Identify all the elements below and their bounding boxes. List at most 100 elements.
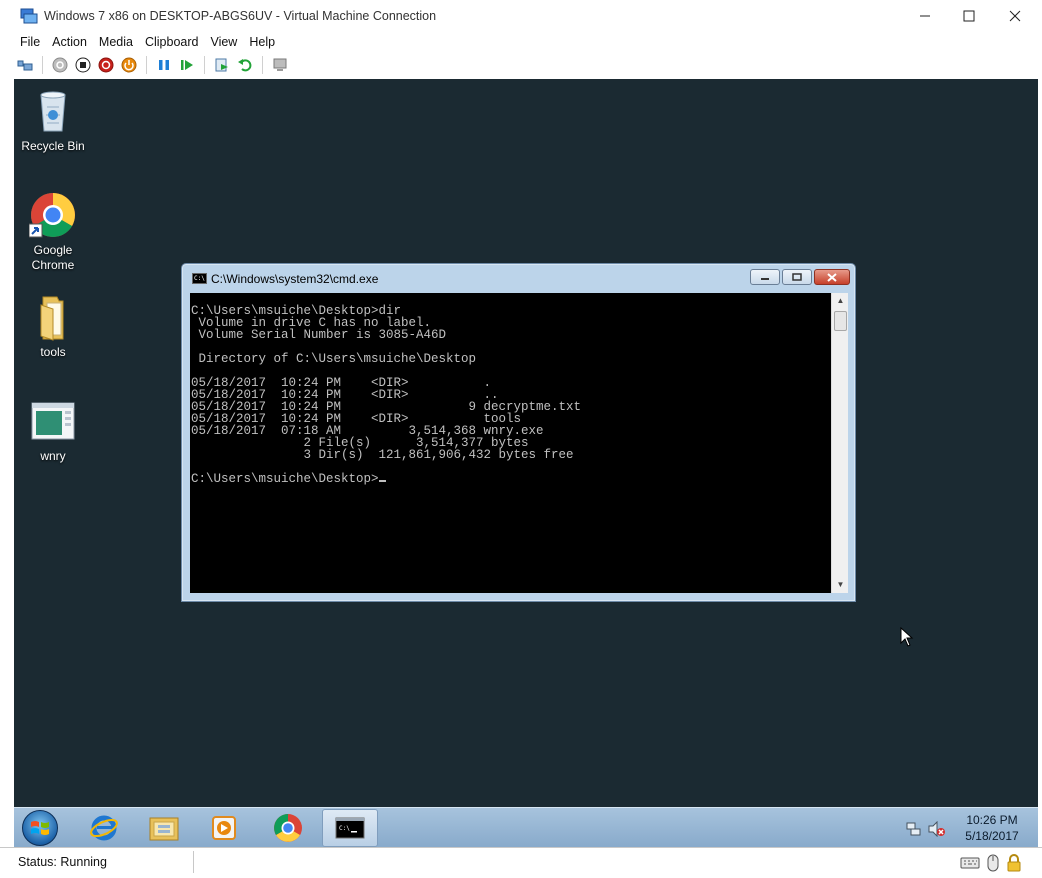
taskbar-chrome[interactable] — [260, 809, 316, 847]
taskbar-command-prompt[interactable]: C:\ — [322, 809, 378, 847]
ctrl-alt-del-icon — [17, 60, 33, 71]
toolbar — [0, 52, 1042, 78]
maximize-icon — [792, 273, 802, 281]
mouse-icon — [987, 854, 999, 872]
window-title: Windows 7 x86 on DESKTOP-ABGS6UV - Virtu… — [44, 9, 437, 23]
status-icons — [960, 854, 1022, 872]
clock-date: 5/18/2017 — [965, 829, 1019, 843]
folder-icon — [29, 293, 77, 341]
command-prompt-icon: C:\ — [192, 273, 207, 284]
close-icon — [827, 272, 837, 282]
menu-media[interactable]: Media — [93, 32, 139, 52]
cmd-close-button[interactable] — [814, 269, 850, 285]
taskbar-internet-explorer[interactable] — [76, 809, 132, 847]
toolbar-divider — [146, 56, 147, 74]
shut-down-button[interactable] — [97, 56, 115, 74]
menu-action[interactable]: Action — [46, 32, 93, 52]
desktop-icon-tools[interactable]: tools — [14, 293, 92, 360]
internet-explorer-icon — [90, 815, 118, 841]
console-prompt: C:\Users\msuiche\Desktop> — [191, 472, 379, 486]
windows-explorer-icon — [149, 817, 179, 841]
menu-clipboard[interactable]: Clipboard — [139, 32, 205, 52]
maximize-icon — [963, 10, 975, 22]
application-icon — [29, 397, 77, 445]
save-button[interactable] — [120, 56, 138, 74]
desktop-icon-label: Recycle Bin — [21, 139, 85, 153]
minimize-button[interactable] — [902, 0, 948, 32]
revert-icon — [238, 59, 252, 72]
toolbar-divider — [204, 56, 205, 74]
scroll-thumb[interactable] — [834, 311, 847, 331]
close-icon — [1009, 10, 1021, 22]
start-icon — [52, 57, 68, 73]
cmd-maximize-button[interactable] — [782, 269, 812, 285]
console-output-area[interactable]: C:\Users\msuiche\Desktop>dir Volume in d… — [190, 293, 831, 593]
start-button[interactable] — [22, 810, 58, 846]
vm-status: Status: Running — [18, 855, 107, 869]
vm-screen[interactable]: Recycle Bin Google Chrome tools wnry C:\… — [14, 79, 1038, 847]
chrome-shortcut-icon — [28, 191, 77, 239]
taskbar: C:\ 10:26 PM 5/18/2017 — [14, 807, 1038, 847]
taskbar-windows-explorer[interactable] — [136, 809, 192, 847]
command-prompt-icon: C:\ — [335, 817, 365, 839]
vertical-scrollbar[interactable]: ▲ ▼ — [831, 293, 848, 593]
cmd-window[interactable]: C:\ C:\Windows\system32\cmd.exe C:\Users… — [181, 263, 856, 602]
menu-help[interactable]: Help — [243, 32, 281, 52]
desktop-icon-google-chrome[interactable]: Google Chrome — [14, 191, 92, 273]
recycle-bin-icon — [29, 87, 77, 135]
host-titlebar: Windows 7 x86 on DESKTOP-ABGS6UV - Virtu… — [0, 0, 1042, 32]
cmd-titlebar[interactable]: C:\ C:\Windows\system32\cmd.exe — [182, 264, 855, 292]
pause-icon — [159, 60, 169, 70]
status-bar: Status: Running — [0, 847, 1042, 878]
lock-icon — [1007, 854, 1021, 872]
scroll-up-icon[interactable]: ▲ — [832, 293, 849, 309]
desktop-icon-label: Google Chrome — [31, 243, 75, 272]
desktop-icon-label: wnry — [40, 449, 66, 463]
system-tray: 10:26 PM 5/18/2017 — [902, 808, 1038, 847]
shut-down-icon — [98, 57, 114, 73]
windows-logo-icon — [31, 821, 49, 835]
mouse-pointer-icon — [900, 627, 914, 647]
keyboard-icon — [960, 857, 980, 869]
save-icon — [121, 57, 137, 73]
scroll-down-icon[interactable]: ▼ — [832, 577, 849, 593]
close-button[interactable] — [992, 0, 1038, 32]
minimize-icon — [920, 15, 930, 17]
maximize-button[interactable] — [946, 0, 992, 32]
console-output: C:\Users\msuiche\Desktop>dir Volume in d… — [191, 304, 582, 462]
menu-file[interactable]: File — [14, 32, 46, 52]
turn-off-icon — [75, 57, 91, 73]
taskbar-clock[interactable]: 10:26 PM 5/18/2017 — [962, 812, 1022, 844]
toolbar-divider — [262, 56, 263, 74]
minimize-icon — [761, 278, 769, 280]
pause-button[interactable] — [155, 56, 173, 74]
text-cursor — [378, 480, 386, 482]
cmd-window-title: C:\Windows\system32\cmd.exe — [211, 272, 379, 286]
desktop-icon-recycle-bin[interactable]: Recycle Bin — [14, 87, 92, 154]
menu-bar: File Action Media Clipboard View Help — [0, 32, 1042, 52]
resume-button[interactable] — [178, 56, 196, 74]
clock-time: 10:26 PM — [966, 813, 1018, 827]
enhanced-session-button[interactable] — [271, 56, 289, 74]
desktop-icon-wnry[interactable]: wnry — [14, 397, 92, 464]
taskbar-media-player[interactable] — [196, 809, 252, 847]
volume-muted-icon[interactable] — [928, 821, 946, 837]
toolbar-divider — [42, 56, 43, 74]
revert-button[interactable] — [236, 56, 254, 74]
start-button[interactable] — [51, 56, 69, 74]
menu-view[interactable]: View — [204, 32, 243, 52]
turn-off-button[interactable] — [74, 56, 92, 74]
ctrl-alt-del-button[interactable] — [16, 56, 34, 74]
network-icon[interactable] — [906, 821, 922, 837]
status-divider — [193, 851, 194, 873]
enhanced-session-icon — [273, 58, 287, 71]
desktop-icon-label: tools — [40, 345, 66, 359]
checkpoint-button[interactable] — [213, 56, 231, 74]
media-player-icon — [212, 816, 236, 840]
vm-connection-icon — [20, 8, 38, 24]
cmd-minimize-button[interactable] — [750, 269, 780, 285]
resume-icon — [181, 60, 193, 70]
svg-text:C:\: C:\ — [339, 825, 350, 832]
chrome-icon — [274, 814, 302, 842]
checkpoint-icon — [215, 58, 228, 72]
